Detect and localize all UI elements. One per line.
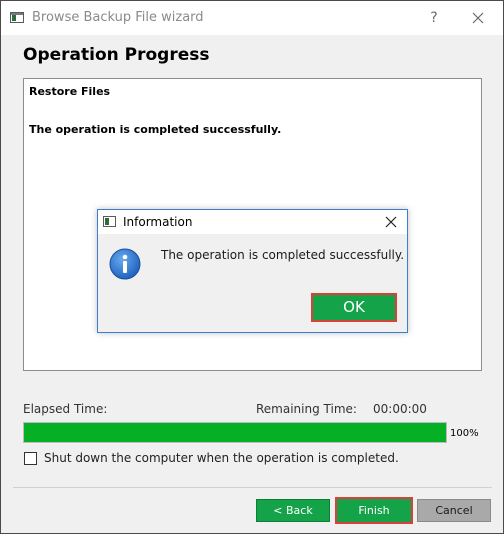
back-button[interactable]: < Back — [256, 499, 330, 522]
dialog-window-icon — [103, 216, 116, 227]
remaining-time-value: 00:00:00 — [373, 402, 427, 416]
dialog-message: The operation is completed successfully. — [161, 248, 405, 262]
page-title: Operation Progress — [23, 45, 210, 65]
ok-button[interactable]: OK — [311, 293, 397, 322]
dialog-title: Information — [123, 215, 193, 229]
wizard-window: Browse Backup File wizard ? Operation Pr… — [0, 0, 504, 534]
app-window-icon — [10, 12, 24, 23]
close-icon — [472, 12, 484, 24]
help-button[interactable]: ? — [420, 6, 448, 30]
remaining-time-label: Remaining Time: — [256, 402, 357, 416]
elapsed-time-label: Elapsed Time: — [23, 402, 108, 416]
progress-bar — [23, 422, 447, 443]
log-line-task: Restore Files — [29, 85, 111, 98]
close-icon — [385, 216, 397, 228]
cancel-button[interactable]: Cancel — [417, 499, 491, 522]
close-button[interactable] — [463, 6, 493, 30]
dialog-close-button[interactable] — [380, 213, 402, 231]
log-line-status: The operation is completed successfully. — [29, 123, 282, 136]
window-title: Browse Backup File wizard — [32, 10, 204, 25]
shutdown-checkbox[interactable] — [24, 452, 37, 465]
info-icon — [109, 248, 141, 280]
progress-bar-fill — [24, 423, 446, 442]
dialog-titlebar: Information — [98, 210, 407, 234]
progress-percent: 100% — [450, 428, 479, 439]
footer-divider — [13, 487, 492, 488]
shutdown-checkbox-label[interactable]: Shut down the computer when the operatio… — [44, 451, 399, 465]
finish-button[interactable]: Finish — [335, 497, 413, 524]
information-dialog: Information The operation is completed s… — [97, 209, 408, 333]
window-titlebar: Browse Backup File wizard ? — [1, 1, 503, 35]
